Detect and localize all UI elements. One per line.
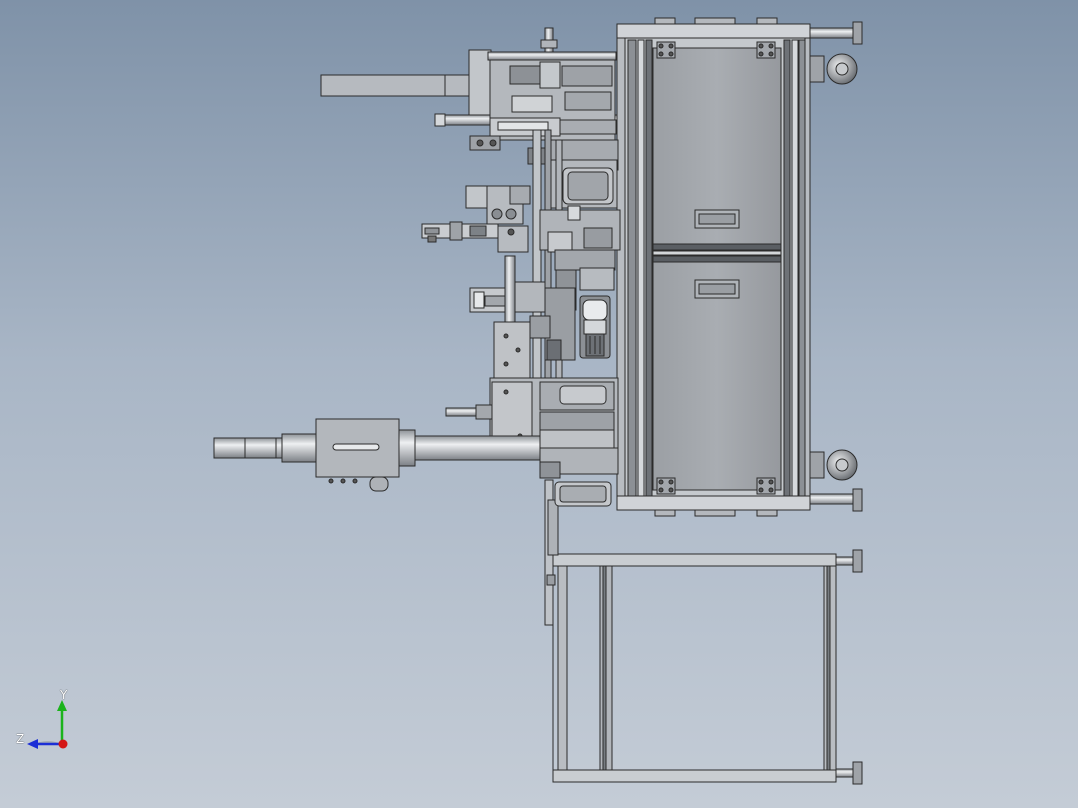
x-axis-dot [58,739,68,749]
main-cabinet [616,17,811,517]
upper-mechanism [469,59,619,171]
coordinate-triad [27,700,68,749]
lower-frame [544,479,837,783]
cad-viewport[interactable]: Y Z [0,0,1078,808]
gearbox-housing [315,418,400,492]
motor [579,295,611,359]
machine-drawing [27,17,863,785]
y-axis-label: Y [60,688,68,702]
z-axis-label: Z [16,732,25,746]
cylinder-block-left [421,185,531,253]
caster-wheels [809,53,858,481]
